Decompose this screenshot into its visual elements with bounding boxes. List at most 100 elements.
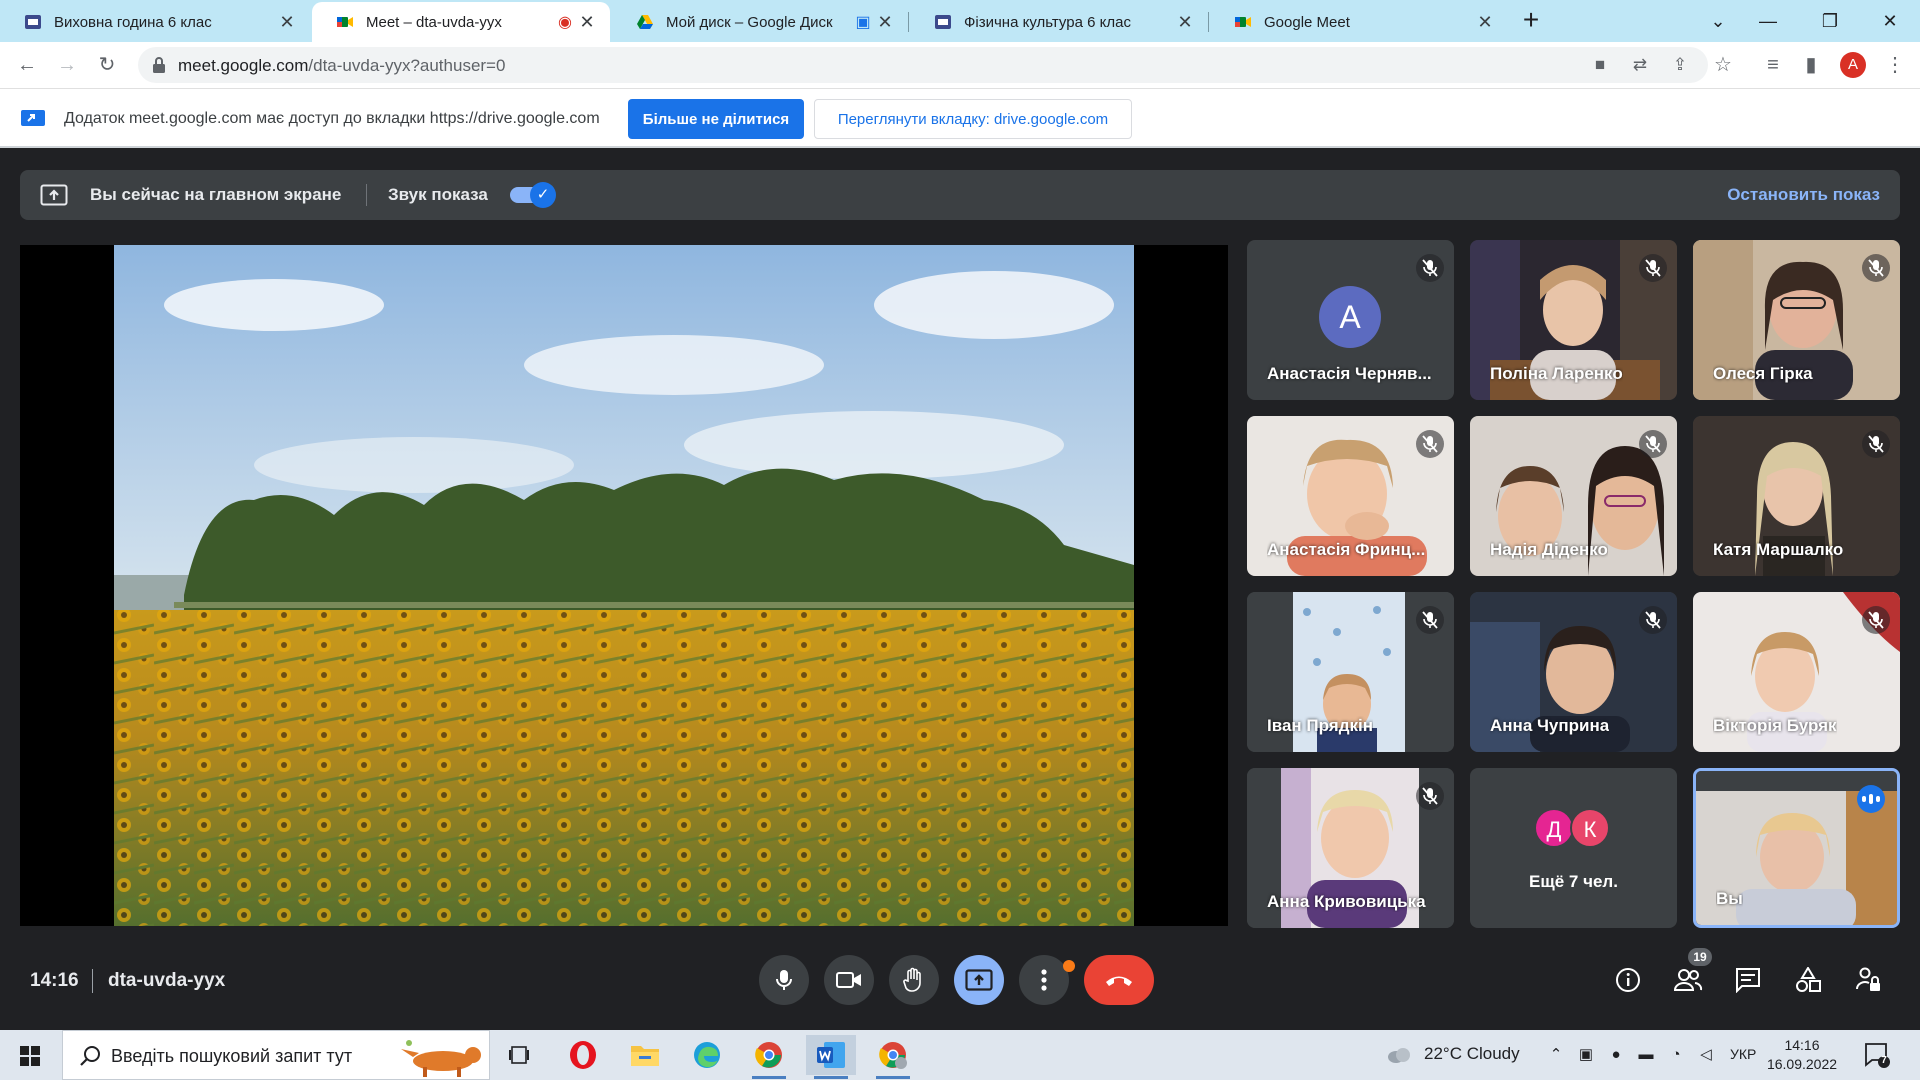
tab-sharing-icon: ▣	[855, 14, 871, 31]
camera-button[interactable]	[824, 955, 874, 1005]
close-icon[interactable]: ✕	[276, 12, 298, 33]
participant-name: Вікторія Буряк	[1713, 716, 1837, 735]
meeting-controls-bar: 14:16 dta-uvda-yyx 19	[0, 940, 1920, 1030]
task-view-icon	[509, 1046, 529, 1064]
presenting-status: Вы сейчас на главном экране	[90, 185, 342, 204]
stop-presenting-button[interactable]: Остановить показ	[1727, 185, 1880, 205]
leave-call-button[interactable]	[1084, 955, 1154, 1005]
participant-tile[interactable]: Надія Діденко	[1470, 416, 1677, 576]
chrome-icon	[755, 1042, 782, 1068]
microphone-icon[interactable]: ●	[1606, 1045, 1626, 1065]
participant-tile[interactable]: Поліна Ларенко	[1470, 240, 1677, 400]
restore-button[interactable]: ❐	[1800, 2, 1860, 40]
browser-toolbar: ← → ↻ meet.google.com/dta-uvda-yyx?authu…	[0, 42, 1920, 88]
input-language[interactable]: УКР	[1730, 1046, 1756, 1062]
reading-list-icon[interactable]: ≡	[1758, 50, 1788, 80]
close-icon[interactable]: ✕	[1474, 12, 1496, 33]
profile-avatar[interactable]: A	[1840, 52, 1866, 78]
address-bar[interactable]: meet.google.com/dta-uvda-yyx?authuser=0 …	[138, 47, 1708, 83]
meeting-details-button[interactable]	[1608, 960, 1648, 1000]
taskbar-edge[interactable]	[682, 1035, 732, 1075]
tab-google-meet[interactable]: Google Meet ✕	[1210, 2, 1508, 42]
notification-center-button[interactable]: 7	[1864, 1042, 1890, 1068]
windows-start-icon[interactable]	[20, 1046, 40, 1066]
close-icon[interactable]: ✕	[1174, 12, 1196, 33]
stop-sharing-button[interactable]: Більше не ділитися	[628, 99, 804, 139]
word-icon	[817, 1042, 845, 1068]
participant-tile[interactable]: Анастасія Фринц...	[1247, 416, 1454, 576]
screen-share-icon	[21, 110, 45, 126]
battery-icon[interactable]: ▬	[1636, 1045, 1656, 1065]
taskbar-file-explorer[interactable]	[620, 1035, 670, 1075]
translate-icon[interactable]: ⇄	[1628, 53, 1652, 77]
forward-button[interactable]: →	[52, 50, 82, 80]
participant-avatar: К	[1570, 808, 1610, 848]
participant-name: Анна Чуприна	[1490, 716, 1610, 735]
tab-vykhovna[interactable]: Виховна година 6 клас ✕	[0, 2, 310, 42]
tab-fizkultura[interactable]: Фізична культура 6 клас ✕	[910, 2, 1208, 42]
window-close-button[interactable]: ✕	[1860, 2, 1920, 40]
reload-button[interactable]: ↻	[92, 50, 122, 80]
wifi-icon[interactable]: ◔	[1666, 1045, 1686, 1065]
host-controls-button[interactable]	[1848, 960, 1888, 1000]
back-button[interactable]: ←	[12, 50, 42, 80]
participants-button[interactable]	[1668, 960, 1708, 1000]
chrome-icon	[879, 1042, 907, 1069]
task-view-button[interactable]	[494, 1035, 544, 1075]
taskbar-chrome-profile[interactable]	[868, 1035, 918, 1079]
taskbar-search-box[interactable]: Введіть пошуковий запит тут	[62, 1030, 490, 1080]
present-now-button[interactable]	[954, 955, 1004, 1005]
new-tab-button[interactable]: +	[1516, 6, 1546, 36]
opera-icon	[570, 1041, 596, 1069]
edge-icon	[694, 1042, 720, 1068]
menu-dots-icon[interactable]: ⋮	[1880, 50, 1910, 80]
participant-tile[interactable]: Вікторія Буряк	[1693, 592, 1900, 752]
participant-tile[interactable]: Анна Чуприна	[1470, 592, 1677, 752]
microphone-button[interactable]	[759, 955, 809, 1005]
raise-hand-button[interactable]	[889, 955, 939, 1005]
taskbar-clock[interactable]: 14:16 16.09.2022	[1762, 1036, 1842, 1074]
participant-tile[interactable]: А Анастасія Черняв...	[1247, 240, 1454, 400]
participant-tile[interactable]: Катя Маршалко	[1693, 416, 1900, 576]
participant-tile[interactable]: Анна Кривовицька	[1247, 768, 1454, 928]
taskbar-word[interactable]	[806, 1035, 856, 1079]
chevron-up-icon[interactable]: ⌃	[1546, 1045, 1566, 1065]
view-shared-tab-button[interactable]: Переглянути вкладку: drive.google.com	[814, 99, 1132, 139]
mic-off-icon	[1862, 606, 1890, 634]
cloud-icon	[1388, 1048, 1410, 1063]
close-icon[interactable]: ✕	[874, 12, 896, 33]
participant-tile[interactable]: Олеся Гірка	[1693, 240, 1900, 400]
info-icon	[1616, 968, 1640, 992]
participant-name: Поліна Ларенко	[1490, 364, 1623, 383]
chat-button[interactable]	[1728, 960, 1768, 1000]
more-participants-tile[interactable]: Д К Ещё 7 чел.	[1470, 768, 1677, 928]
tab-meet[interactable]: Meet – dta-uvda-yyx ◉ ✕	[312, 2, 610, 42]
minimize-button[interactable]: —	[1738, 2, 1798, 40]
close-icon[interactable]: ✕	[576, 12, 598, 33]
mic-off-icon	[1416, 782, 1444, 810]
notification-dot	[1063, 960, 1075, 972]
more-options-button[interactable]	[1019, 955, 1069, 1005]
network-drive-icon[interactable]: ▣	[1576, 1045, 1596, 1065]
activities-button[interactable]	[1788, 960, 1828, 1000]
tab-google-drive[interactable]: Мой диск – Google Диск ▣ ✕	[612, 2, 908, 42]
check-icon[interactable]: ✓	[530, 182, 556, 208]
volume-icon[interactable]: ◁	[1696, 1045, 1716, 1065]
taskbar-opera[interactable]	[558, 1035, 608, 1075]
participant-count-badge: 19	[1688, 948, 1712, 966]
more-participants-label: Ещё 7 чел.	[1529, 872, 1618, 891]
present-screen-icon	[965, 969, 993, 991]
taskbar-chrome[interactable]	[744, 1035, 794, 1079]
recording-icon: ◉	[558, 14, 572, 31]
microphone-icon	[776, 970, 792, 990]
participant-tile[interactable]: Іван Прядкін	[1247, 592, 1454, 752]
mic-off-icon	[1639, 254, 1667, 282]
shapes-icon	[1796, 967, 1821, 992]
weather-text[interactable]: 22°C Cloudy	[1424, 1044, 1520, 1064]
present-screen-icon	[40, 184, 68, 206]
bookmark-star-icon[interactable]: ☆	[1708, 50, 1738, 80]
side-panel-icon[interactable]: ▮	[1796, 50, 1826, 80]
camera-in-use-icon[interactable]: ■	[1588, 53, 1612, 77]
self-tile[interactable]: Вы	[1693, 768, 1900, 928]
participant-name: Надія Діденко	[1490, 540, 1608, 559]
